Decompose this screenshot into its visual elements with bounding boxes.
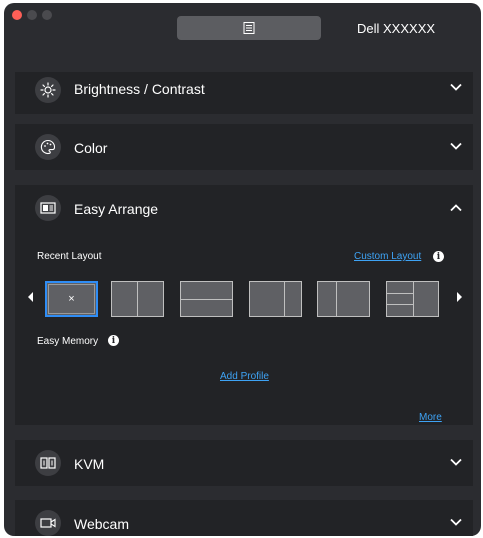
- layout-option-two-columns[interactable]: [111, 281, 164, 317]
- chevron-down-icon[interactable]: [449, 139, 463, 153]
- chevron-down-icon[interactable]: [449, 515, 463, 529]
- webcam-icon: [35, 510, 61, 536]
- document-list-icon: [243, 22, 255, 34]
- section-label: Color: [74, 140, 108, 156]
- section-kvm[interactable]: KVM: [15, 440, 473, 486]
- section-brightness-contrast[interactable]: Brightness / Contrast: [15, 72, 473, 114]
- scroll-left-arrow-icon[interactable]: [28, 292, 33, 302]
- chevron-up-icon[interactable]: [449, 201, 463, 215]
- info-icon[interactable]: i: [433, 251, 444, 262]
- layout-option-off[interactable]: ×: [45, 281, 98, 317]
- palette-icon: [35, 134, 61, 160]
- window-title: Dell XXXXXX: [357, 21, 436, 36]
- window-layout-icon: [35, 195, 61, 221]
- menu-button[interactable]: [177, 16, 321, 40]
- title-bar: Dell XXXXXX: [4, 3, 481, 63]
- close-icon: ×: [68, 293, 75, 305]
- section-color[interactable]: Color: [15, 124, 473, 170]
- section-label: KVM: [74, 456, 105, 472]
- chevron-down-icon[interactable]: [449, 80, 463, 94]
- zoom-window-button[interactable]: [42, 10, 52, 20]
- recent-layout-label: Recent Layout: [37, 251, 102, 262]
- info-icon[interactable]: i: [108, 335, 119, 346]
- layout-option-two-columns-right-narrow[interactable]: [249, 281, 302, 317]
- custom-layout-link[interactable]: Custom Layout: [354, 251, 421, 262]
- section-easy-arrange: Easy Arrange Recent Layout Custom Layout…: [15, 185, 473, 425]
- app-window: Dell XXXXXX Brightness / Contrast Color …: [4, 3, 481, 536]
- more-link[interactable]: More: [419, 412, 442, 423]
- layout-option-two-columns-left-narrow[interactable]: [317, 281, 370, 317]
- close-window-button[interactable]: [12, 10, 22, 20]
- section-label: Easy Arrange: [74, 201, 159, 217]
- kvm-icon: [35, 450, 61, 476]
- easy-memory-label: Easy Memory: [37, 336, 99, 347]
- layout-option-right-split-stack[interactable]: [386, 281, 439, 317]
- add-profile-link[interactable]: Add Profile: [220, 371, 269, 382]
- chevron-down-icon[interactable]: [449, 455, 463, 469]
- sun-icon: [35, 77, 61, 103]
- section-label: Brightness / Contrast: [74, 81, 205, 97]
- section-label: Webcam: [74, 516, 129, 532]
- section-webcam[interactable]: Webcam: [15, 500, 473, 536]
- scroll-right-arrow-icon[interactable]: [457, 292, 462, 302]
- layout-option-two-rows[interactable]: [180, 281, 233, 317]
- minimize-window-button[interactable]: [27, 10, 37, 20]
